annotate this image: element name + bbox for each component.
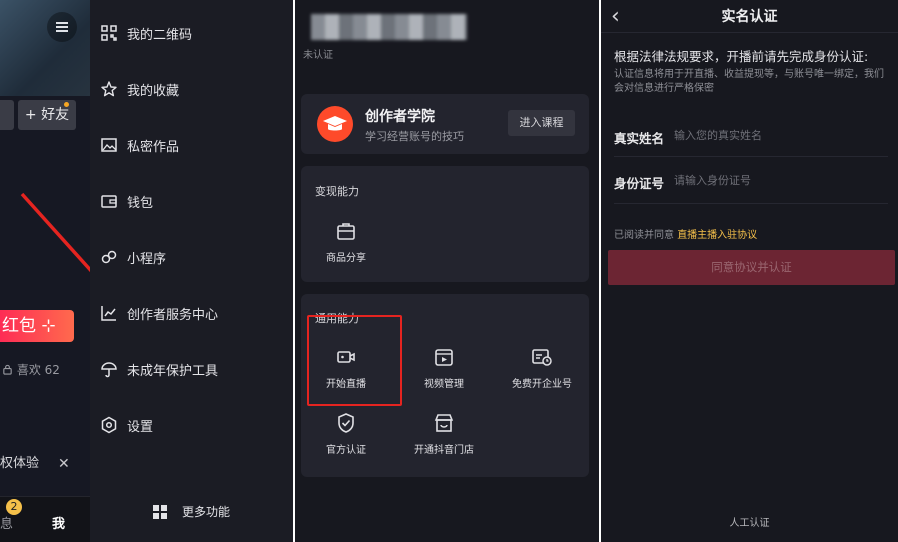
menu-item-private-works[interactable]: 私密作品: [100, 133, 179, 157]
menu-item-minor-protection[interactable]: 未成年保护工具: [100, 357, 218, 381]
mini-program-icon: [101, 250, 117, 264]
agreement-text: 已阅读并同意 直播主播入驻协议: [614, 226, 757, 241]
auth-notice: 根据法律法规要求，开播前请先完成身份认证:: [614, 49, 869, 64]
menu-item-settings[interactable]: 设置: [100, 413, 153, 437]
menu-label: 创作者服务中心: [127, 307, 219, 323]
permission-tip: 权体验: [0, 456, 40, 471]
feature-label: 官方认证: [326, 445, 366, 456]
feature-open-store[interactable]: 开通抖音门店: [399, 412, 489, 456]
blurred-username: [311, 14, 467, 40]
feature-video-management[interactable]: 视频管理: [399, 346, 489, 390]
tab-messages[interactable]: 息: [0, 513, 13, 532]
academy-logo: [317, 106, 353, 142]
page-title: 实名认证: [721, 9, 778, 25]
likes-label: 喜欢 62: [16, 363, 60, 377]
real-name-auth-panel: ‹ 实名认证 根据法律法规要求，开播前请先完成身份认证: 认证信息将用于开直播、…: [601, 0, 898, 542]
id-number-input[interactable]: [674, 170, 884, 190]
feature-label: 免费开企业号: [512, 379, 572, 390]
field-divider: [614, 203, 888, 204]
menu-label: 小程序: [127, 251, 167, 267]
real-name-input[interactable]: [674, 125, 884, 145]
menu-label: 未成年保护工具: [127, 363, 219, 379]
drawer-menu: 我的二维码 我的收藏 私密作品 钱包 小程序 创作者服务中心 未成年保护工具 设…: [90, 0, 293, 542]
umbrella-icon: [101, 362, 117, 378]
bag-icon: [337, 223, 355, 240]
monetize-title: 变现能力: [315, 185, 359, 198]
agree-and-verify-button[interactable]: 同意协议并认证: [608, 250, 895, 285]
verification-status: 未认证: [303, 50, 333, 61]
edit-profile-button[interactable]: [0, 100, 14, 130]
name-label: 真实姓名: [614, 131, 665, 146]
enterprise-icon: [532, 349, 552, 366]
field-divider: [614, 156, 888, 157]
creator-center-panel: 未认证 创作者学院 学习经营账号的技巧 进入课程 变现能力 商品分享 通用能力 …: [295, 0, 599, 542]
feature-label: 商品分享: [326, 253, 366, 264]
lock-icon: [3, 364, 12, 375]
id-label: 身份证号: [614, 176, 665, 191]
agreement-link[interactable]: 直播主播入驻协议: [677, 230, 757, 241]
likes-count[interactable]: 喜欢 62: [2, 361, 60, 378]
close-icon[interactable]: ✕: [58, 456, 70, 472]
image-icon: [101, 138, 117, 152]
star-icon: [101, 81, 117, 97]
feature-label: 开通抖音门店: [414, 445, 474, 456]
menu-label: 私密作品: [127, 139, 180, 155]
academy-subtitle: 学习经营账号的技巧: [365, 130, 464, 143]
feature-enterprise-account[interactable]: 免费开企业号: [497, 346, 587, 390]
hamburger-menu-button[interactable]: [47, 12, 77, 42]
manual-verification-link[interactable]: 人工认证: [601, 514, 898, 529]
chart-icon: [101, 306, 116, 321]
annotation-arrow: [20, 192, 90, 273]
message-badge: 2: [6, 499, 22, 515]
app-background-panel: + 好友 红包 ⊹ 喜欢 62 权体验 ✕ 息 2 我: [0, 0, 90, 542]
menu-label: 我的二维码: [127, 27, 193, 43]
shield-check-icon: [338, 413, 354, 433]
academy-title: 创作者学院: [365, 109, 435, 125]
enter-course-button[interactable]: 进入课程: [508, 110, 575, 136]
wallet-icon: [101, 195, 117, 208]
menu-item-qr-code[interactable]: 我的二维码: [100, 21, 192, 45]
header-divider: [601, 32, 898, 33]
menu-label: 设置: [127, 419, 154, 435]
agreement-prefix: 已阅读并同意: [614, 230, 674, 241]
highlight-box: [307, 315, 402, 406]
more-features-button[interactable]: 更多功能: [152, 503, 230, 520]
store-icon: [434, 414, 454, 432]
menu-item-wallet[interactable]: 钱包: [100, 189, 153, 213]
graduation-cap-icon: [323, 116, 347, 131]
tab-me[interactable]: 我: [52, 513, 65, 532]
menu-item-mini-program[interactable]: 小程序: [100, 245, 166, 269]
grid-icon: [153, 504, 167, 519]
auth-info: 认证信息将用于开直播、收益提现等，与账号唯一绑定，我们会对信息进行严格保密: [614, 69, 884, 94]
profile-cover: [0, 0, 90, 96]
qr-code-icon: [101, 25, 117, 41]
feature-official-verification[interactable]: 官方认证: [301, 412, 391, 456]
gear-icon: [101, 416, 117, 434]
feature-product-share[interactable]: 商品分享: [301, 220, 391, 264]
menu-item-favorites[interactable]: 我的收藏: [100, 77, 179, 101]
red-packet-banner[interactable]: 红包 ⊹: [0, 310, 74, 342]
menu-item-creator-center[interactable]: 创作者服务中心: [100, 301, 218, 325]
video-icon: [435, 349, 453, 366]
more-label: 更多功能: [182, 505, 231, 519]
feature-label: 视频管理: [424, 379, 464, 390]
menu-label: 我的收藏: [127, 83, 180, 99]
menu-label: 钱包: [127, 195, 154, 211]
notification-dot: [64, 102, 69, 107]
